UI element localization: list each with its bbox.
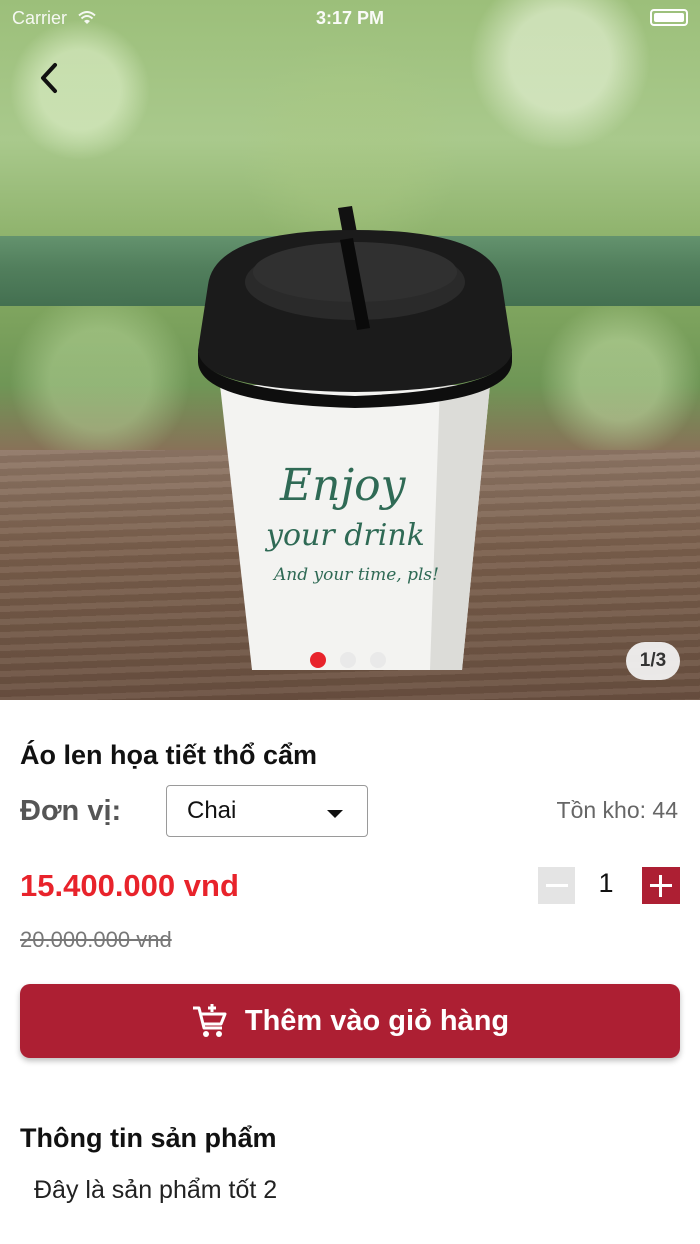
chevron-left-icon — [41, 63, 57, 93]
add-to-cart-button[interactable]: Thêm vào giỏ hàng — [20, 984, 680, 1058]
quantity-value: 1 — [598, 868, 614, 898]
product-image-gallery[interactable]: Enjoy your drink And your time, pls! Car… — [0, 0, 700, 700]
battery-icon — [650, 9, 688, 26]
quantity-increase-button[interactable] — [642, 867, 680, 904]
current-price: 15.400.000 vnd — [20, 868, 239, 903]
add-to-cart-label: Thêm vào giỏ hàng — [244, 1004, 510, 1037]
unit-dropdown-value: Chai — [187, 797, 237, 824]
unit-dropdown[interactable]: Chai — [166, 785, 368, 837]
gallery-dot[interactable] — [370, 652, 386, 668]
product-name: Áo len họa tiết thổ cẩm — [20, 740, 318, 770]
cup-text-your-drink: your drink — [264, 518, 425, 553]
status-bar: Carrier 3:17 PM — [0, 0, 700, 36]
product-info-description: Đây là sản phẩm tốt 2 — [34, 1176, 278, 1204]
quantity-decrease-button[interactable] — [538, 867, 575, 904]
back-button[interactable] — [26, 56, 70, 100]
unit-label: Đơn vị: — [20, 795, 122, 827]
stock-count: Tồn kho: 44 — [556, 797, 678, 823]
status-time: 3:17 PM — [315, 8, 385, 28]
product-photo-cup: Enjoy your drink And your time, pls! — [198, 206, 512, 670]
gallery-page-dots — [310, 652, 386, 668]
cup-text-enjoy: Enjoy — [279, 460, 407, 511]
cup-text-tagline: And your time, pls! — [272, 565, 439, 585]
original-price: 20.000.000 vnd — [20, 927, 172, 952]
product-info-heading: Thông tin sản phẩm — [20, 1123, 277, 1153]
gallery-page-counter: 1/3 — [626, 642, 680, 680]
gallery-dot[interactable] — [310, 652, 326, 668]
chevron-down-icon — [327, 810, 343, 818]
add-to-cart-icon — [192, 1004, 227, 1037]
gallery-dot[interactable] — [340, 652, 356, 668]
